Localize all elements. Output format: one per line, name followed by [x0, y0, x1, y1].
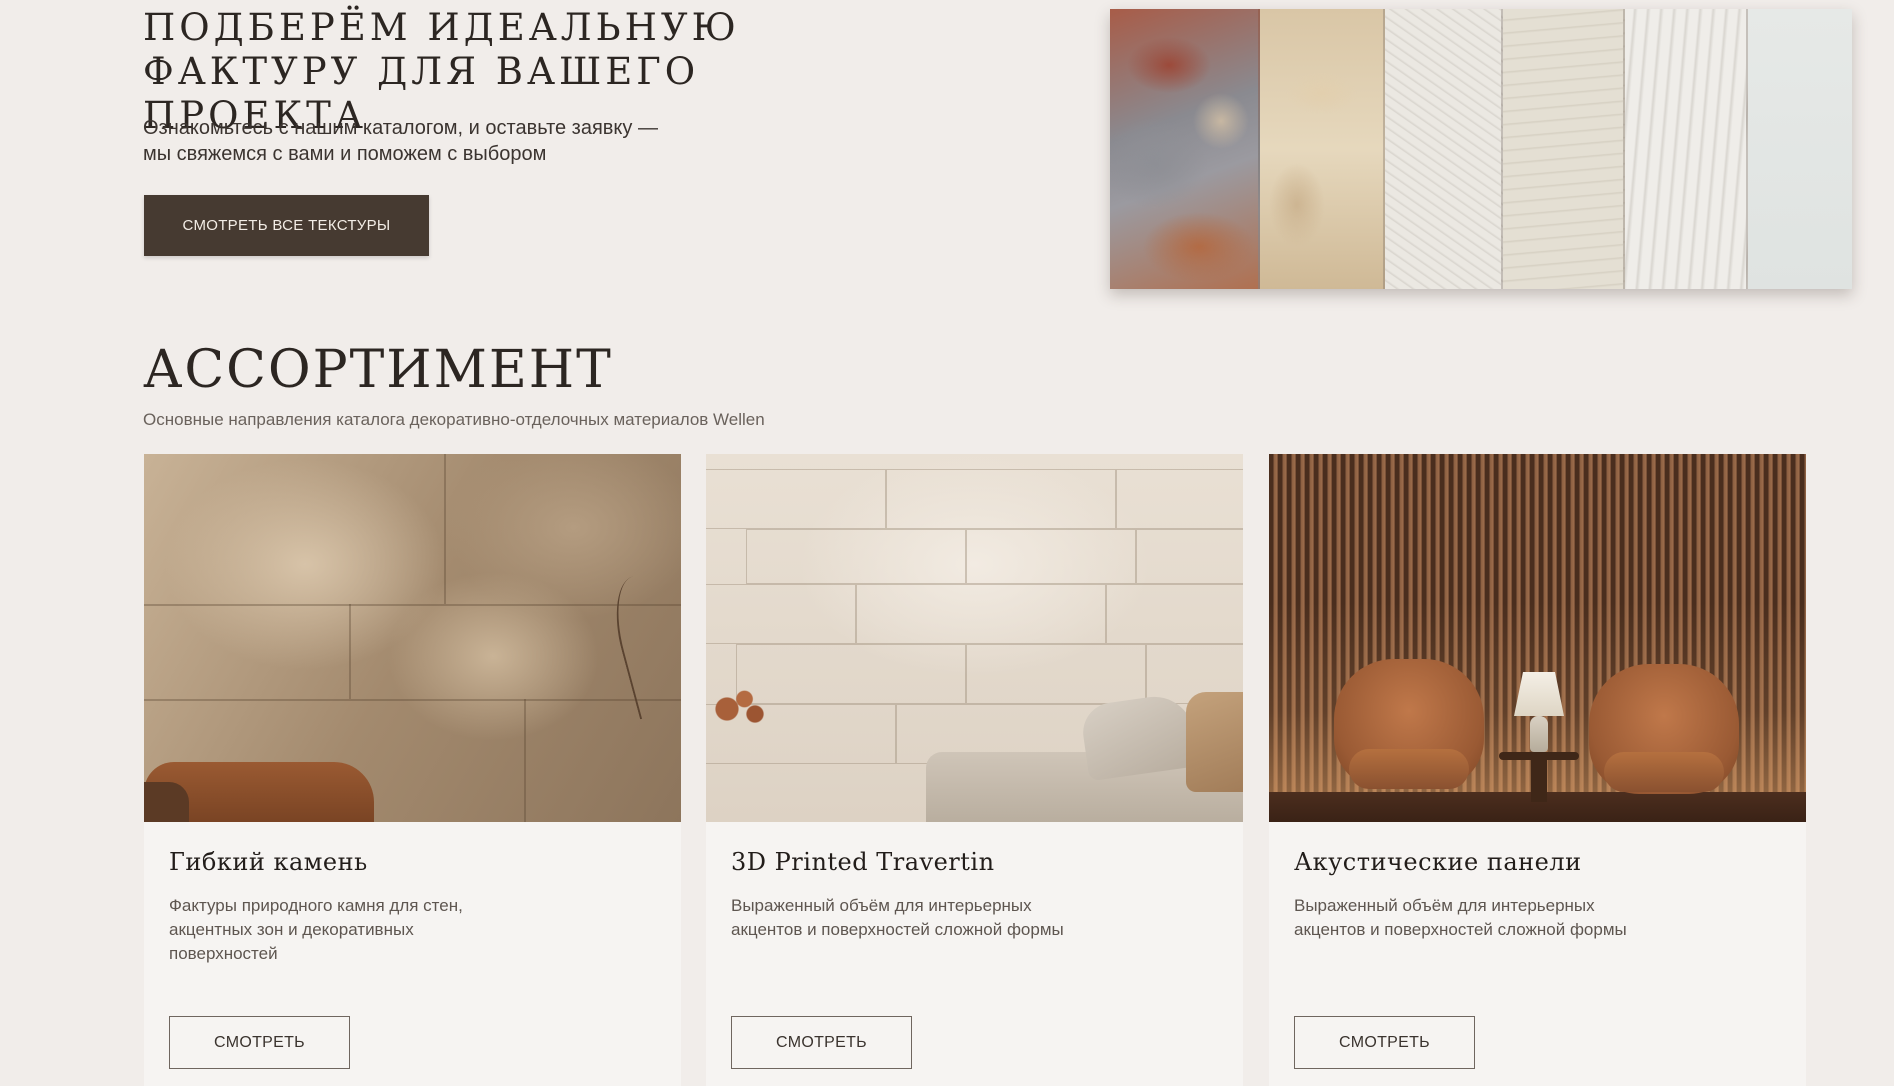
- acoustic-panels-image: [1269, 454, 1806, 822]
- hero-subtitle: Ознакомьтесь с нашим каталогом, и оставь…: [143, 115, 783, 167]
- texture-plaster: [1748, 9, 1852, 289]
- texture-travertine: [1260, 9, 1385, 289]
- texture-travertine-light: [1503, 9, 1625, 289]
- hero-subtitle-line-2: мы свяжемся с вами и поможем с выбором: [143, 143, 547, 165]
- view-travertin-button[interactable]: СМОТРЕТЬ: [731, 1016, 912, 1069]
- assortment-title: АССОРТИМЕНТ: [143, 340, 613, 400]
- card-description: Фактуры природного камня для стен, акцен…: [169, 896, 463, 963]
- flexible-stone-image: [144, 454, 681, 822]
- hero-title-line-1: Подберём идеальную: [143, 6, 740, 49]
- product-card-acoustic-panels: Акустические панели Выраженный объём для…: [1269, 454, 1806, 1086]
- card-title: Гибкий камень: [169, 848, 368, 876]
- page: Подберём идеальную фактуру для вашего пр…: [0, 0, 1894, 1086]
- card-description: Выраженный объём для интерьерных акценто…: [1294, 896, 1627, 939]
- travertin-image: [706, 454, 1243, 822]
- card-description: Выраженный объём для интерьерных акценто…: [731, 896, 1064, 939]
- product-card-flexible-stone: Гибкий камень Фактуры природного камня д…: [144, 454, 681, 1086]
- view-all-textures-button[interactable]: СМОТРЕТЬ ВСЕ ТЕКСТУРЫ: [144, 195, 429, 256]
- assortment-subtitle: Основные направления каталога декоративн…: [143, 410, 765, 429]
- view-flexible-stone-button[interactable]: СМОТРЕТЬ: [169, 1016, 350, 1069]
- texture-relief-leaves: [1385, 9, 1503, 289]
- hero-subtitle-line-1: Ознакомьтесь с нашим каталогом, и оставь…: [143, 117, 658, 139]
- texture-slate: [1110, 9, 1260, 289]
- card-title: 3D Printed Travertin: [731, 848, 995, 876]
- product-card-3d-travertin: 3D Printed Travertin Выраженный объём дл…: [706, 454, 1243, 1086]
- view-acoustic-panels-button[interactable]: СМОТРЕТЬ: [1294, 1016, 1475, 1069]
- texture-samples-image: [1110, 9, 1852, 289]
- card-title: Акустические панели: [1294, 848, 1582, 876]
- texture-waves: [1625, 9, 1748, 289]
